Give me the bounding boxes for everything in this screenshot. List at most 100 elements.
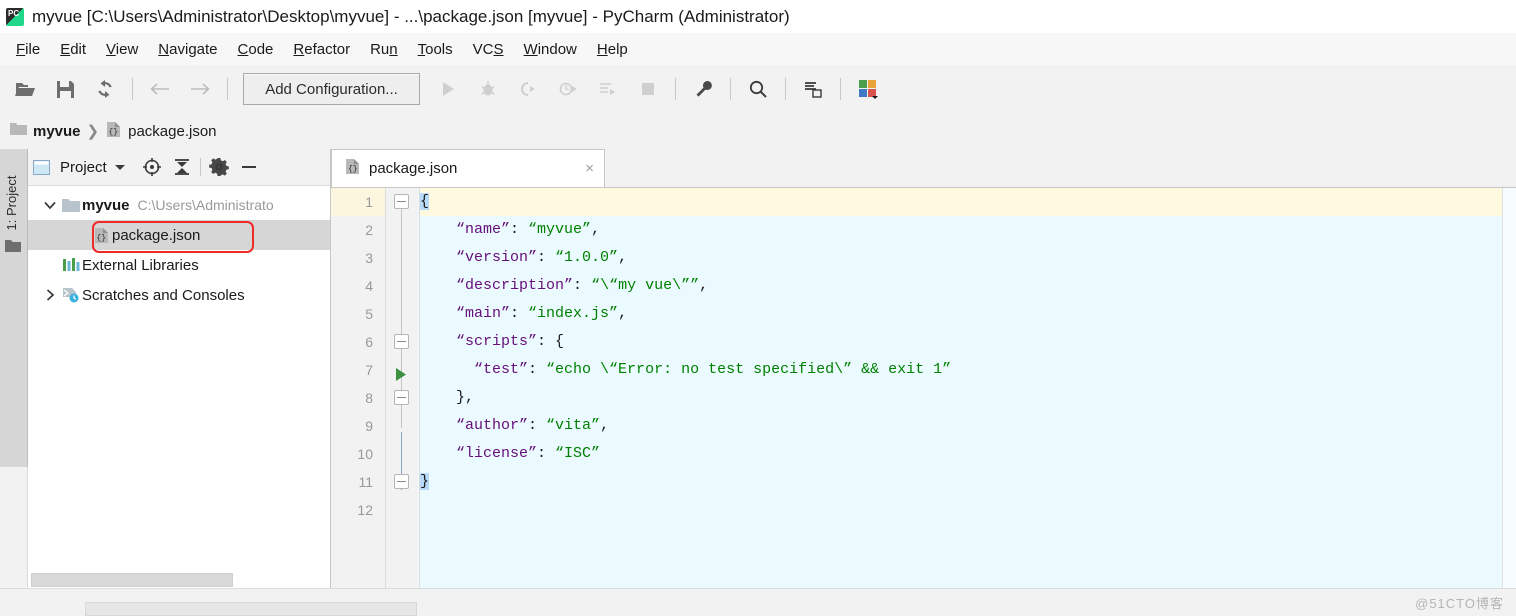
code-token: } [420,473,430,490]
back-arrow-icon[interactable] [145,74,175,104]
menu-item-refactor[interactable]: Refactor [283,38,360,61]
panel-separator [199,158,201,176]
tree-item-external-libraries[interactable]: External Libraries [28,250,330,280]
toolbar-separator [227,78,228,100]
run-coverage-icon[interactable] [513,74,543,104]
profile-icon[interactable] [553,74,583,104]
commit-icon[interactable] [798,74,828,104]
folder-icon [10,122,27,140]
menu-item-tools[interactable]: Tools [408,38,463,61]
code-token: : [537,445,556,462]
menu-item-vcs[interactable]: VCS [463,38,514,61]
chevron-down-icon[interactable] [40,201,60,210]
project-view-icon [28,154,54,180]
run-configuration-selector[interactable]: Add Configuration... [243,73,420,105]
project-tool-window: Project myvue C:\Users\Administrato {} pack… [28,149,331,590]
main-toolbar: Add Configuration... [0,65,1516,114]
collapse-all-icon[interactable] [169,154,195,180]
sidebar-item-project[interactable]: 1: Project [4,172,24,234]
open-folder-icon[interactable] [10,74,40,104]
code-line[interactable]: “author”: “vita”, [420,412,1516,440]
toolbar-separator [785,78,786,100]
app-icon-text: PC [8,8,20,18]
code-line[interactable]: “license”: “ISC” [420,440,1516,468]
fold-marker-root-close[interactable] [394,474,409,489]
code-line[interactable]: { [420,188,1516,216]
chevron-right-icon[interactable] [40,289,60,301]
menu-item-run[interactable]: Run [360,38,408,61]
code-token: “main” [456,305,511,322]
code-line[interactable]: “version”: “1.0.0”, [420,244,1516,272]
menu-item-code[interactable]: Code [228,38,284,61]
project-scrollbar-thumb[interactable] [31,573,233,587]
gear-icon[interactable] [206,154,232,180]
code-token: “echo \“Error: no test specified\” && ex… [546,361,952,378]
line-number: 3 [365,250,373,266]
menu-bar: File Edit View Navigate Code Refactor Run Tools… [0,33,1516,66]
run-line-icon[interactable] [387,360,413,388]
code-token: , [699,277,709,294]
fold-marker-scripts-open[interactable] [394,334,409,349]
project-scrollbar-track [29,573,325,587]
code-line[interactable]: }, [420,384,1516,412]
forward-arrow-icon[interactable] [185,74,215,104]
tree-item-scratches-and-consoles[interactable]: Scratches and Consoles [28,280,330,310]
scratches-icon [60,287,82,303]
code-line[interactable]: “scripts”: { [420,328,1516,356]
code-token: , [618,305,628,322]
line-number: 1 [331,188,385,216]
run-icon[interactable] [433,74,463,104]
save-icon[interactable] [50,74,80,104]
search-icon[interactable] [743,74,773,104]
code-line[interactable]: } [420,468,1516,496]
sync-icon[interactable] [90,74,120,104]
run-with-icon[interactable] [593,74,623,104]
code-token: “version” [456,249,538,266]
code-token: , [600,417,610,434]
code-token: : [528,417,547,434]
plugins-icon[interactable] [853,74,883,104]
line-number: 9 [365,418,373,434]
bottom-scrollbar-thumb[interactable] [85,602,417,616]
menu-item-file[interactable]: File [6,38,50,61]
code-line[interactable]: “main”: “index.js”, [420,300,1516,328]
code-editor[interactable]: 1 2 3 4 5 6 7 8 9 10 11 12 { “name”: “myvue”, “vers… [331,188,1516,589]
close-icon[interactable]: × [585,160,594,177]
code-line[interactable]: “description”: “\“my vue\””, [420,272,1516,300]
toolbar-separator [840,78,841,100]
chevron-down-icon[interactable] [107,154,133,180]
locate-target-icon[interactable] [139,154,165,180]
tree-item-package-json[interactable]: {} package.json [28,220,330,250]
json-file-icon: {} [344,158,361,180]
settings-wrench-icon[interactable] [688,74,718,104]
fold-marker-scripts-close[interactable] [394,390,409,405]
menu-item-view[interactable]: View [96,38,148,61]
code-token: “scripts” [456,333,538,350]
code-content[interactable]: { “name”: “myvue”, “version”: “1.0.0”, “… [419,188,1516,589]
breadcrumb-item-myvue[interactable]: myvue [10,122,81,140]
fold-marker-root-open[interactable] [394,194,409,209]
code-token: “name” [456,221,511,238]
tree-item-path: C:\Users\Administrato [137,197,274,213]
code-token: , [591,221,601,238]
code-line[interactable]: “test”: “echo \“Error: no test specified… [420,356,1516,384]
editor-vertical-scrollbar[interactable] [1503,188,1516,589]
code-token: “test” [474,361,529,378]
project-panel-title: Project [60,158,107,176]
stop-icon[interactable] [633,74,663,104]
tree-item-label: package.json [112,226,201,244]
tree-item-myvue[interactable]: myvue C:\Users\Administrato [28,190,330,220]
menu-item-help[interactable]: Help [587,38,638,61]
debug-icon[interactable] [473,74,503,104]
breadcrumb-item-label: myvue [33,122,81,140]
menu-item-window[interactable]: Window [514,38,587,61]
breadcrumb-item-package-json[interactable]: {} package.json [105,121,217,142]
menu-item-edit[interactable]: Edit [50,38,96,61]
editor-tab-package-json[interactable]: {} package.json × [331,149,605,187]
minimize-icon[interactable] [236,154,262,180]
code-line[interactable]: “name”: “myvue”, [420,216,1516,244]
code-line[interactable] [420,496,1516,524]
menu-item-navigate[interactable]: Navigate [148,38,227,61]
